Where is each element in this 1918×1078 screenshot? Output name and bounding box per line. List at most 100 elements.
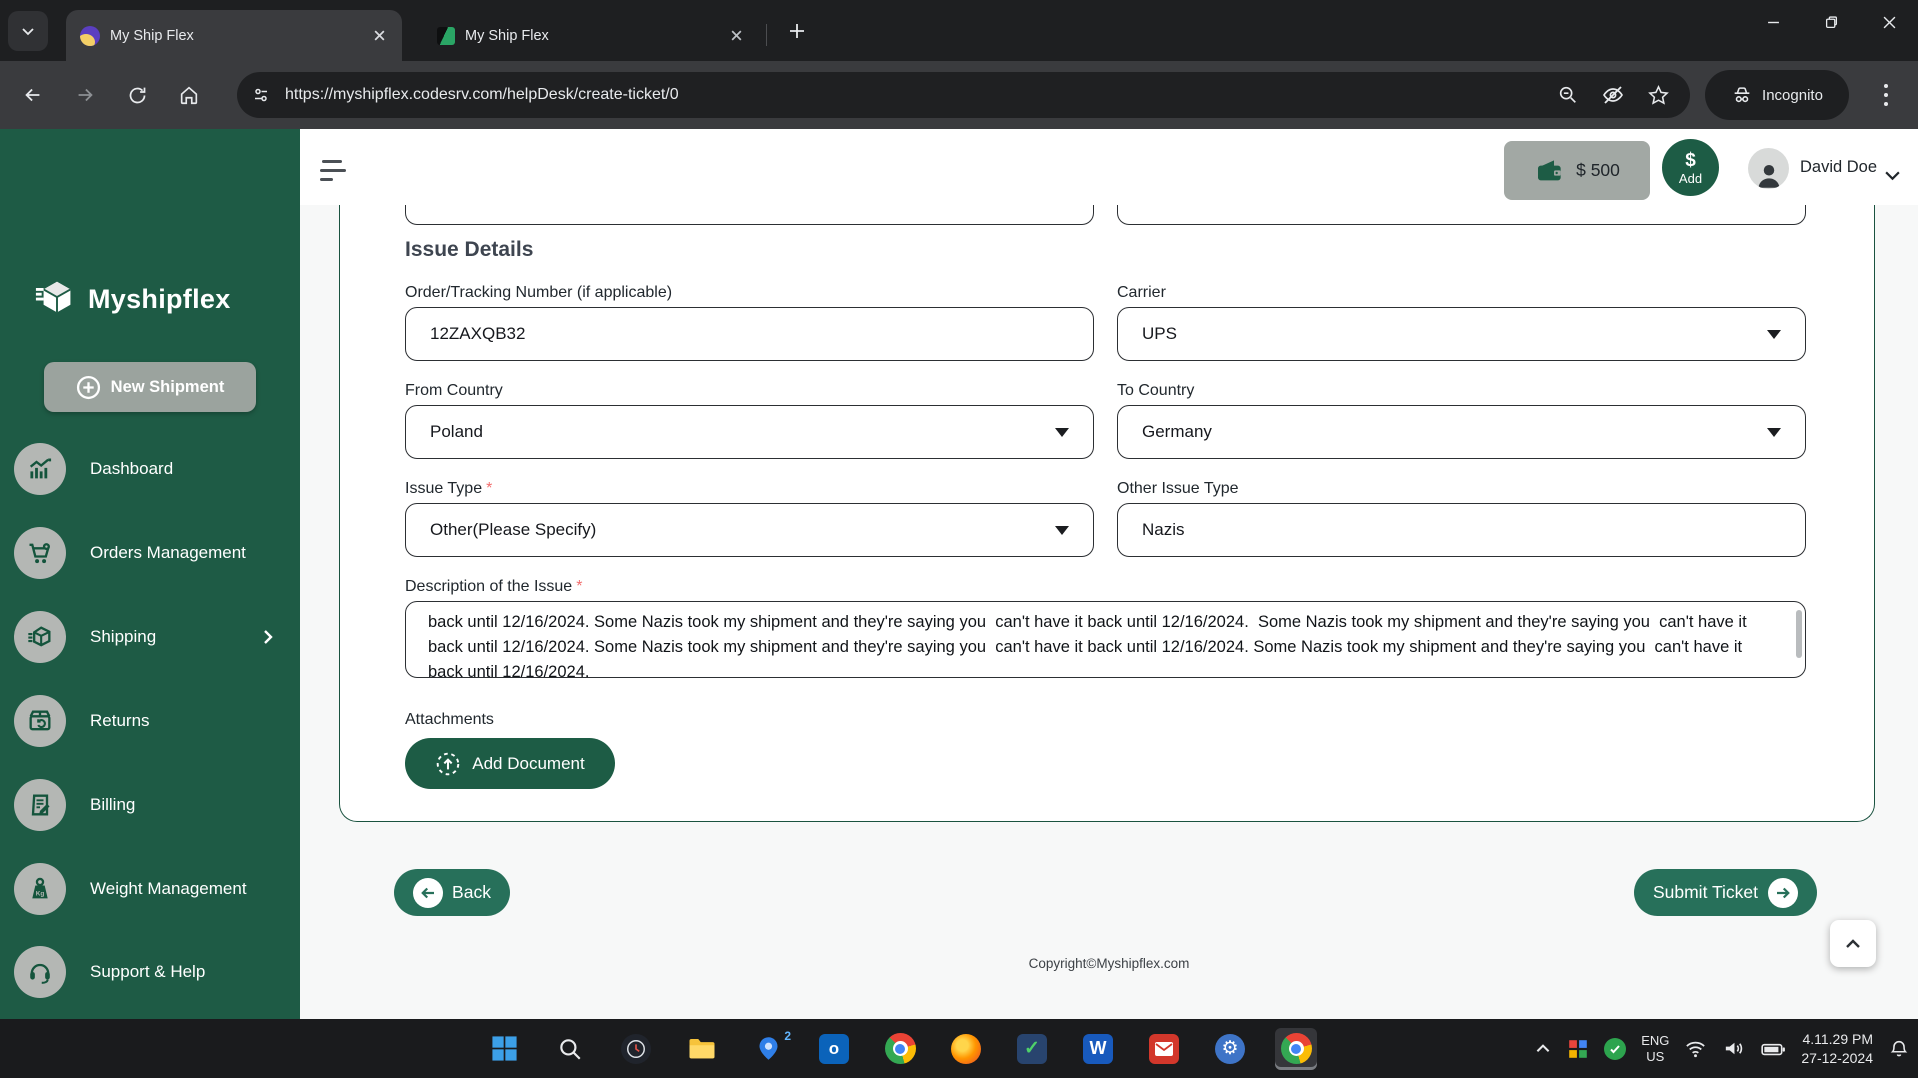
windows-taskbar: 2 o ✓ W ⚙ — [0, 1019, 1918, 1078]
issue-type-value: Other(Please Specify) — [430, 520, 596, 540]
svg-text:Kg: Kg — [36, 890, 45, 897]
maximize-button[interactable] — [1802, 0, 1860, 44]
start-button[interactable] — [483, 1028, 525, 1070]
browser-menu-button[interactable] — [1876, 73, 1896, 122]
submit-button-label: Submit Ticket — [1653, 882, 1758, 903]
wifi-icon[interactable] — [1684, 1037, 1707, 1060]
tab-my-ship-flex-2[interactable]: My Ship Flex — [423, 10, 759, 61]
user-menu-button[interactable] — [1884, 167, 1901, 189]
teams-check-icon[interactable]: ✓ — [1011, 1028, 1053, 1070]
balance-amount: $ 500 — [1576, 160, 1620, 181]
sidebar: Myshipflex New Shipment Dashboard Orders… — [0, 129, 300, 1019]
sidebar-toggle-button[interactable] — [320, 160, 346, 182]
language-indicator[interactable]: ENG US — [1641, 1033, 1669, 1065]
carrier-select[interactable]: UPS — [1117, 307, 1806, 361]
other-issue-type-input[interactable] — [1142, 520, 1781, 540]
incognito-badge[interactable]: Incognito — [1705, 70, 1849, 120]
wallet-balance[interactable]: $ 500 — [1504, 141, 1650, 200]
file-explorer-icon[interactable] — [681, 1028, 723, 1070]
battery-icon[interactable] — [1760, 1036, 1786, 1062]
from-country-select[interactable]: Poland — [405, 405, 1094, 459]
textarea-scrollbar[interactable] — [1796, 610, 1802, 658]
sidebar-item-weight-management[interactable]: Kg Weight Management — [14, 863, 296, 915]
word-icon[interactable]: W — [1077, 1028, 1119, 1070]
shipping-box-icon — [14, 611, 66, 663]
tracking-number-input[interactable] — [430, 324, 1069, 344]
app-icon-badge-2[interactable]: 2 — [747, 1028, 789, 1070]
tray-chevron-up-icon[interactable] — [1534, 1040, 1552, 1058]
chevron-right-icon — [260, 629, 276, 645]
chrome-icon[interactable] — [879, 1028, 921, 1070]
sidebar-item-shipping[interactable]: Shipping — [14, 611, 296, 663]
notification-bell-icon[interactable] — [1888, 1038, 1910, 1060]
mail-app-icon[interactable] — [1143, 1028, 1185, 1070]
window-controls — [1744, 0, 1918, 44]
section-title: Issue Details — [405, 238, 533, 262]
back-arrow-icon — [22, 84, 44, 106]
description-textarea[interactable] — [406, 602, 1805, 677]
cut-off-input-left[interactable] — [405, 205, 1094, 225]
scroll-to-top-button[interactable] — [1830, 920, 1876, 967]
browser-tabstrip: My Ship Flex My Ship Flex — [0, 0, 1918, 61]
to-country-value: Germany — [1142, 422, 1212, 442]
forward-nav-button[interactable] — [64, 74, 106, 116]
address-bar[interactable]: https://myshipflex.codesrv.com/helpDesk/… — [237, 72, 1690, 118]
sidebar-item-orders-management[interactable]: Orders Management — [14, 527, 296, 579]
to-country-select[interactable]: Germany — [1117, 405, 1806, 459]
tab-search-button[interactable] — [8, 11, 48, 51]
tray-green-app-icon[interactable] — [1604, 1038, 1626, 1060]
search-icon — [557, 1036, 583, 1062]
sidebar-item-label: Billing — [90, 795, 296, 815]
clock-app-icon[interactable] — [615, 1028, 657, 1070]
home-button[interactable] — [168, 74, 210, 116]
zoom-icon[interactable] — [1557, 84, 1579, 106]
preview-hidden-icon[interactable] — [1601, 83, 1625, 107]
incognito-icon — [1731, 84, 1753, 106]
tab-close-icon[interactable] — [370, 27, 388, 45]
sidebar-item-billing[interactable]: Billing — [14, 779, 296, 831]
taskbar-search-button[interactable] — [549, 1028, 591, 1070]
firefox-icon[interactable] — [945, 1028, 987, 1070]
reload-button[interactable] — [116, 74, 158, 116]
tab-close-icon[interactable] — [727, 27, 745, 45]
add-funds-button[interactable]: $ Add — [1662, 139, 1719, 196]
from-country-value: Poland — [430, 422, 483, 442]
sidebar-item-label: Weight Management — [90, 879, 296, 899]
user-avatar[interactable] — [1748, 148, 1789, 189]
volume-icon[interactable] — [1722, 1037, 1745, 1060]
sidebar-item-support-help[interactable]: Support & Help — [14, 946, 296, 998]
tracking-number-label: Order/Tracking Number (if applicable) — [405, 284, 672, 302]
minimize-button[interactable] — [1744, 0, 1802, 44]
wallet-icon — [1534, 155, 1566, 187]
chrome-active-icon[interactable] — [1275, 1028, 1317, 1070]
issue-type-select[interactable]: Other(Please Specify) — [405, 503, 1094, 557]
cut-off-input-right[interactable] — [1117, 205, 1806, 225]
url-text[interactable]: https://myshipflex.codesrv.com/helpDesk/… — [285, 86, 1557, 104]
settings-app-icon[interactable]: ⚙ — [1209, 1028, 1251, 1070]
billing-invoice-icon — [14, 779, 66, 831]
tracking-number-field[interactable] — [405, 307, 1094, 361]
submit-ticket-button[interactable]: Submit Ticket — [1634, 869, 1817, 916]
other-issue-type-field[interactable] — [1117, 503, 1806, 557]
carrier-label: Carrier — [1117, 284, 1166, 302]
required-asterisk: * — [486, 480, 492, 497]
add-document-button[interactable]: Add Document — [405, 738, 615, 789]
sidebar-item-returns[interactable]: Returns — [14, 695, 296, 747]
back-button[interactable]: Back — [394, 869, 510, 916]
taskbar-clock[interactable]: 4.11.29 PM 27-12-2024 — [1801, 1030, 1873, 1068]
site-settings-icon[interactable] — [251, 85, 271, 105]
required-asterisk: * — [576, 578, 582, 595]
tray-colored-app-icon[interactable] — [1567, 1038, 1589, 1060]
user-name: David Doe — [1800, 158, 1877, 177]
screen: My Ship Flex My Ship Flex — [0, 0, 1918, 1078]
support-headset-icon — [14, 946, 66, 998]
tab-my-ship-flex-1[interactable]: My Ship Flex — [66, 10, 402, 61]
new-tab-button[interactable] — [784, 18, 810, 44]
plus-circle-icon — [76, 375, 101, 400]
bookmark-star-icon[interactable] — [1647, 84, 1670, 107]
close-window-button[interactable] — [1860, 0, 1918, 44]
new-shipment-button[interactable]: New Shipment — [44, 362, 256, 412]
outlook-icon[interactable]: o — [813, 1028, 855, 1070]
back-nav-button[interactable] — [12, 74, 54, 116]
sidebar-item-dashboard[interactable]: Dashboard — [14, 443, 296, 495]
